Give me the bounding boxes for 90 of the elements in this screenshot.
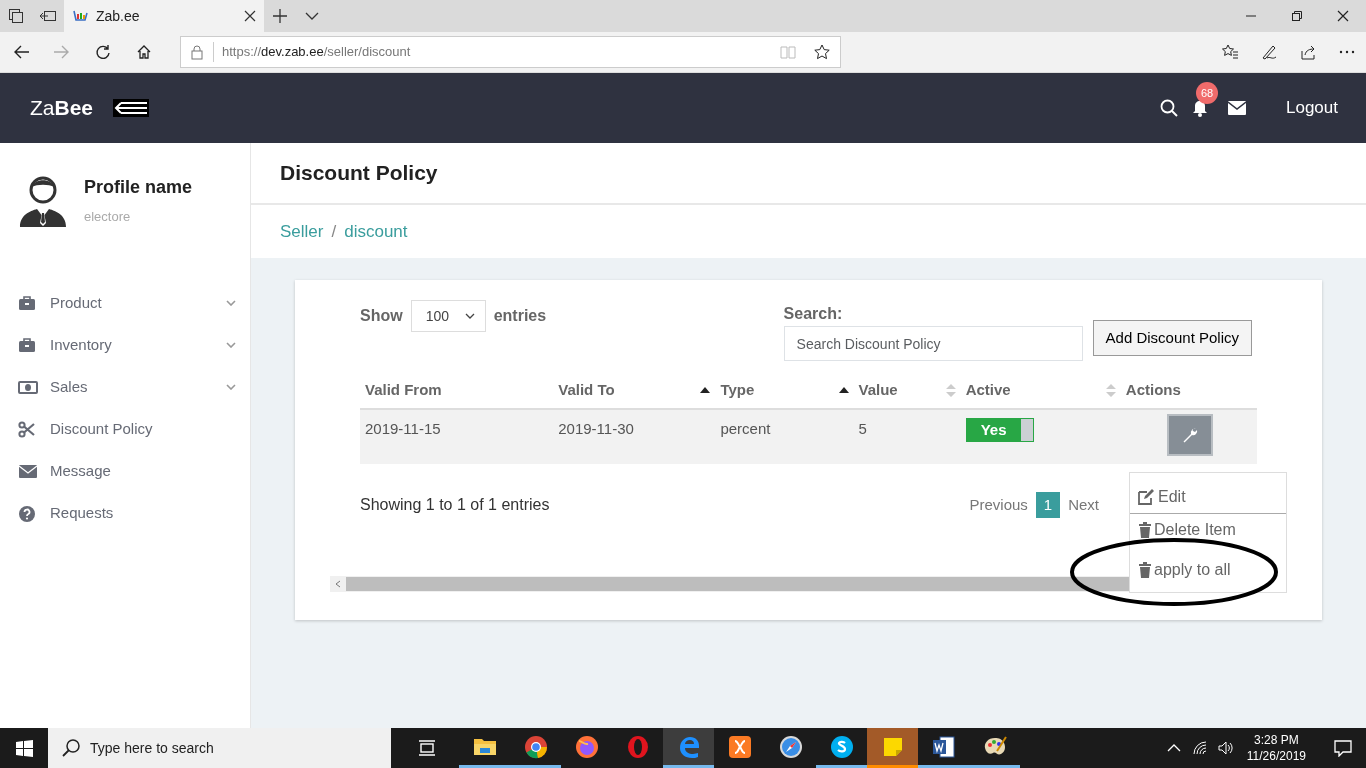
previous-link[interactable]: Previous <box>961 491 1036 518</box>
breadcrumb-link[interactable]: Seller <box>280 218 324 245</box>
word-document-icon[interactable] <box>931 734 956 759</box>
back-icon[interactable] <box>13 44 29 60</box>
trash-icon <box>1138 522 1154 538</box>
taskbar-search-field[interactable]: Type here to search <box>48 728 391 768</box>
question-icon <box>18 504 38 522</box>
envelope-icon[interactable] <box>1228 101 1246 115</box>
star-icon[interactable] <box>813 44 830 60</box>
sort-ascending-icon[interactable] <box>838 387 849 394</box>
table-cell: 2019-11-30 <box>553 408 716 464</box>
chrome-icon[interactable] <box>523 734 548 759</box>
column-header[interactable]: Type <box>720 379 755 402</box>
set-aside-tabs-icon[interactable] <box>39 9 57 23</box>
logout-link[interactable]: Logout <box>1286 95 1338 121</box>
entries-label: entries <box>493 306 547 326</box>
table-cell: percent <box>715 408 854 464</box>
xampp-icon[interactable] <box>727 734 752 759</box>
new-tab-icon[interactable] <box>273 9 287 23</box>
sidebar-item[interactable]: Product <box>0 282 250 324</box>
favorites-icon[interactable] <box>1221 44 1238 60</box>
refresh-icon[interactable] <box>95 44 111 60</box>
menu-item[interactable]: Delete Item <box>1130 514 1286 546</box>
skype-icon[interactable] <box>829 734 854 759</box>
scroll-left-icon[interactable] <box>335 580 341 588</box>
wifi-icon[interactable] <box>1191 740 1208 756</box>
windows-start-icon[interactable] <box>15 739 33 757</box>
task-view-icon[interactable] <box>418 740 436 756</box>
table-cell: 5 <box>853 408 961 464</box>
briefcase-icon <box>18 294 38 312</box>
lock-icon <box>191 44 203 60</box>
column-header[interactable]: Valid To <box>558 379 615 402</box>
breadcrumb-link[interactable]: discount <box>344 218 408 245</box>
sidebar-item[interactable]: Inventory <box>0 324 250 366</box>
edit-icon <box>1138 489 1154 505</box>
sort-ascending-icon[interactable] <box>700 387 711 394</box>
close-icon[interactable] <box>244 10 256 22</box>
banknote-icon <box>18 378 38 396</box>
next-link[interactable]: Next <box>1060 491 1107 518</box>
column-header[interactable]: Active <box>965 379 1011 402</box>
favicon-icon <box>72 8 88 24</box>
notification-badge: 68 <box>1196 82 1218 104</box>
table-info: Showing 1 to 1 of 1 entries <box>360 494 550 515</box>
active-toggle[interactable]: Yes <box>965 417 1034 442</box>
column-header[interactable]: Valid From <box>365 379 442 402</box>
sidebar-item[interactable]: Message <box>0 450 250 492</box>
address-bar[interactable]: https://dev.zab.ee/seller/discount <box>180 36 841 68</box>
page-link[interactable]: 1 <box>1035 491 1061 518</box>
trash-icon <box>1138 562 1154 578</box>
profile-name: Profile name <box>84 175 193 199</box>
menu-icon[interactable] <box>113 99 150 117</box>
logo[interactable]: ZaBee <box>30 92 94 124</box>
menu-item[interactable]: apply to all <box>1130 546 1286 592</box>
sidebar-item[interactable]: Discount Policy <box>0 408 250 450</box>
page-size-select[interactable]: 100 <box>410 300 486 332</box>
browser-tab[interactable]: Zab.ee <box>64 0 264 32</box>
clock[interactable]: 3:28 PM 11/26/2019 <box>1246 732 1306 764</box>
column-header[interactable]: Value <box>858 379 898 402</box>
fox-globe-icon[interactable] <box>574 734 599 759</box>
add-discount-policy-button[interactable]: Add Discount Policy <box>1092 320 1252 356</box>
search-icon[interactable] <box>1160 99 1178 117</box>
briefcase-icon <box>18 336 38 354</box>
column-header[interactable]: Actions <box>1125 379 1181 402</box>
speaker-icon[interactable] <box>1217 740 1234 756</box>
url-text: https://dev.zab.ee/seller/discount <box>222 44 411 60</box>
chevron-down-icon <box>464 313 475 319</box>
home-icon[interactable] <box>136 44 152 60</box>
page-title: Discount Policy <box>280 160 438 187</box>
table-cell: 2019-11-15 <box>360 408 554 464</box>
sidebar-item[interactable]: Requests <box>0 492 250 534</box>
compass-icon[interactable] <box>778 734 803 759</box>
breadcrumb-separator: / <box>331 220 337 243</box>
pen-icon[interactable] <box>1260 44 1277 60</box>
share-icon[interactable] <box>1299 44 1316 60</box>
sidebar-item[interactable]: Sales <box>0 366 250 408</box>
envelope-icon <box>18 462 38 480</box>
search-icon <box>62 739 80 757</box>
settings-button[interactable] <box>1166 413 1213 456</box>
chevron-down-icon[interactable] <box>305 12 319 20</box>
profile-subtitle: electore <box>84 207 132 226</box>
wrench-icon <box>1181 426 1198 443</box>
close-icon[interactable] <box>1337 10 1349 22</box>
search-field[interactable]: Search Discount Policy <box>783 326 1083 361</box>
search-label: Search: <box>783 304 844 324</box>
bell-icon[interactable] <box>1192 100 1208 118</box>
notifications-icon[interactable] <box>1334 739 1352 757</box>
tab-manager-icon[interactable] <box>8 8 24 24</box>
opera-icon[interactable] <box>625 734 650 759</box>
restore-icon[interactable] <box>1291 10 1303 22</box>
show-label: Show <box>360 306 403 326</box>
